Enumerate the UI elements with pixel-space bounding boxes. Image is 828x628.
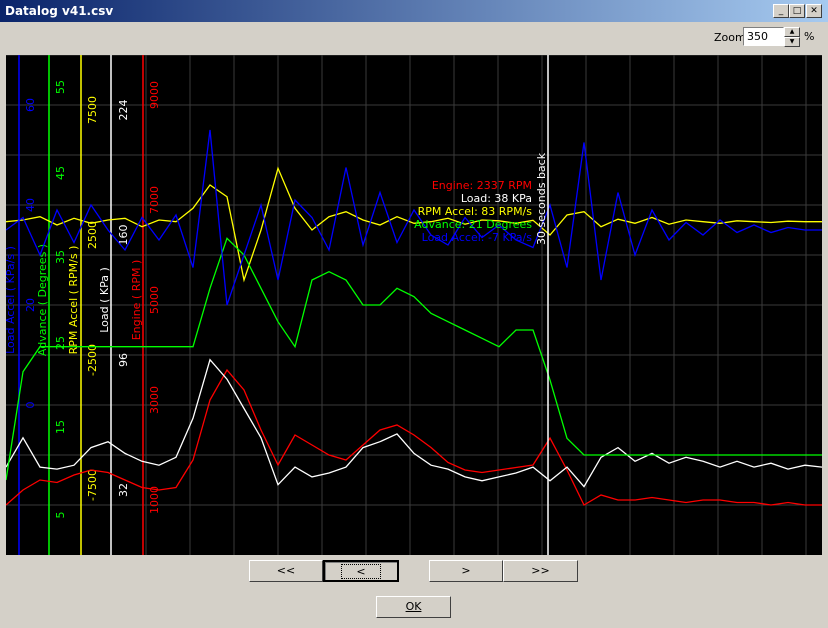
axes.advance.ticks-tick-3: 25 xyxy=(54,336,67,350)
axes.load.ticks-tick-0: 224 xyxy=(117,100,130,121)
advance-axis-title: Advance ( Degrees ) xyxy=(36,244,49,356)
axes.advance.ticks-tick-4: 15 xyxy=(54,420,67,434)
axes.blue_ticks-tick-1: 40 xyxy=(24,198,37,212)
axes.advance.ticks-tick-1: 45 xyxy=(54,166,67,180)
axes.blue_ticks-tick-0: 60 xyxy=(24,98,37,112)
zoom-label: Zoom xyxy=(714,31,746,44)
zoom-spin-down[interactable]: ▼ xyxy=(784,37,800,47)
engine-axis-title: Engine ( RPM ) xyxy=(130,260,143,341)
datalog-plot[interactable]: 60 40 20 0 55 45 35 25 15 5 7500 2500 -2500 -7500 224 1… xyxy=(4,54,823,555)
axes.advance.ticks-tick-2: 35 xyxy=(54,250,67,264)
close-button[interactable]: ✕ xyxy=(806,4,822,18)
series-load xyxy=(5,358,823,488)
last-button[interactable]: >> xyxy=(503,560,578,582)
rpm-accel-axis-title: RPM Accel ( RPM/s ) xyxy=(67,246,80,355)
tick-labels: 60402005545352515575002500-2500-75002241… xyxy=(4,80,161,519)
title-bar: Datalog v41.csv _ □ ✕ xyxy=(0,0,828,22)
cursor-label: 30 seconds back xyxy=(535,152,548,245)
axes.engine.ticks-tick-2: 5000 xyxy=(148,286,161,314)
load-accel-axis-title: Load Accel ( KPa/s ) xyxy=(6,246,17,354)
axes.advance.ticks-tick-5: 5 xyxy=(54,512,67,519)
readout-rpm-accel: RPM Accel: 83 RPM/s xyxy=(418,205,533,218)
axes.rpm_accel.ticks-tick-3: -7500 xyxy=(86,469,99,501)
axes.engine.ticks-tick-1: 7000 xyxy=(148,186,161,214)
zoom-spin-up[interactable]: ▲ xyxy=(784,27,800,37)
axes.advance.ticks-tick-0: 55 xyxy=(54,80,67,94)
axes.blue_ticks-tick-3: 0 xyxy=(24,402,37,409)
axes.rpm_accel.ticks-tick-1: 2500 xyxy=(86,221,99,249)
readout-load: Load: 38 KPa xyxy=(461,192,532,205)
next-button[interactable]: > xyxy=(429,560,503,582)
maximize-button[interactable]: □ xyxy=(789,4,805,18)
zoom-unit: % xyxy=(804,30,815,43)
prev-button[interactable]: < xyxy=(323,560,399,582)
axes.rpm_accel.ticks-tick-0: 7500 xyxy=(86,96,99,124)
first-button[interactable]: << xyxy=(249,560,323,582)
ok-button-label: OK xyxy=(405,600,422,613)
axes.engine.ticks-tick-3: 3000 xyxy=(148,386,161,414)
readout-engine: Engine: 2337 RPM xyxy=(432,179,532,192)
readout-load-accel: Load Accel: -7 KPa/s xyxy=(422,231,533,244)
minimize-button[interactable]: _ xyxy=(773,4,789,18)
axes.engine.ticks-tick-0: 9000 xyxy=(148,81,161,109)
readout-advance: Advance: 21 Degrees xyxy=(414,218,532,231)
window-title: Datalog v41.csv xyxy=(5,4,114,18)
datalog-chart: 60402005545352515575002500-2500-75002241… xyxy=(4,54,823,555)
load-axis-title: Load ( KPa ) xyxy=(98,267,111,333)
axes.rpm_accel.ticks-tick-2: -2500 xyxy=(86,344,99,376)
prev-button-label: < xyxy=(341,564,381,579)
axes.load.ticks-tick-3: 32 xyxy=(117,483,130,497)
ok-button[interactable]: OK xyxy=(376,596,451,618)
axes.load.ticks-tick-2: 96 xyxy=(117,353,130,367)
zoom-input[interactable] xyxy=(743,27,784,46)
grid xyxy=(6,54,822,555)
series-group xyxy=(5,129,823,506)
